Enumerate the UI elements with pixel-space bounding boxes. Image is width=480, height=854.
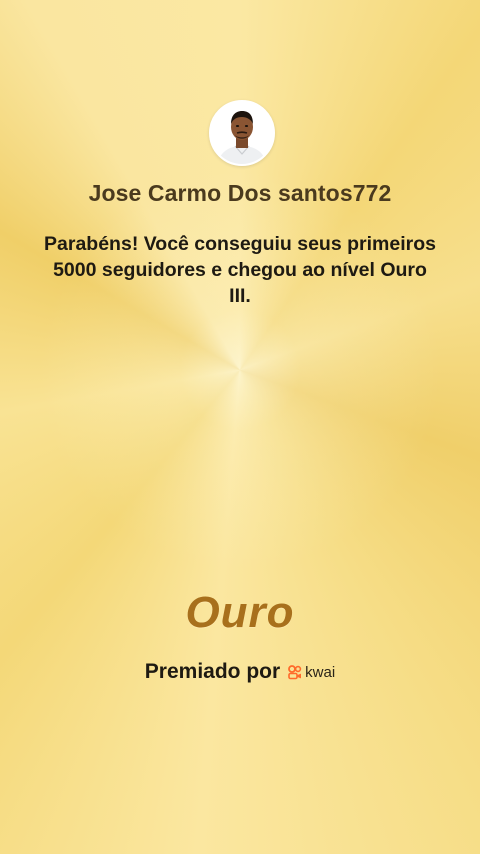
achievement-screen: Jose Carmo Dos santos772 Parabéns! Você … (0, 0, 480, 854)
awarded-by-row: Premiado por kwai (60, 660, 420, 684)
awarded-by-label: Premiado por (144, 660, 281, 683)
username: Jose Carmo Dos santos772 (88, 180, 392, 206)
person-photo-icon (211, 102, 273, 164)
kwai-logo-icon (288, 665, 302, 680)
avatar[interactable] (209, 100, 275, 166)
level-title: Ouro (185, 588, 295, 637)
brand-logo: kwai (287, 664, 335, 681)
congratulations-message: Parabéns! Você conseguiu seus primeiros … (44, 233, 436, 307)
brand-name: kwai (305, 663, 336, 681)
